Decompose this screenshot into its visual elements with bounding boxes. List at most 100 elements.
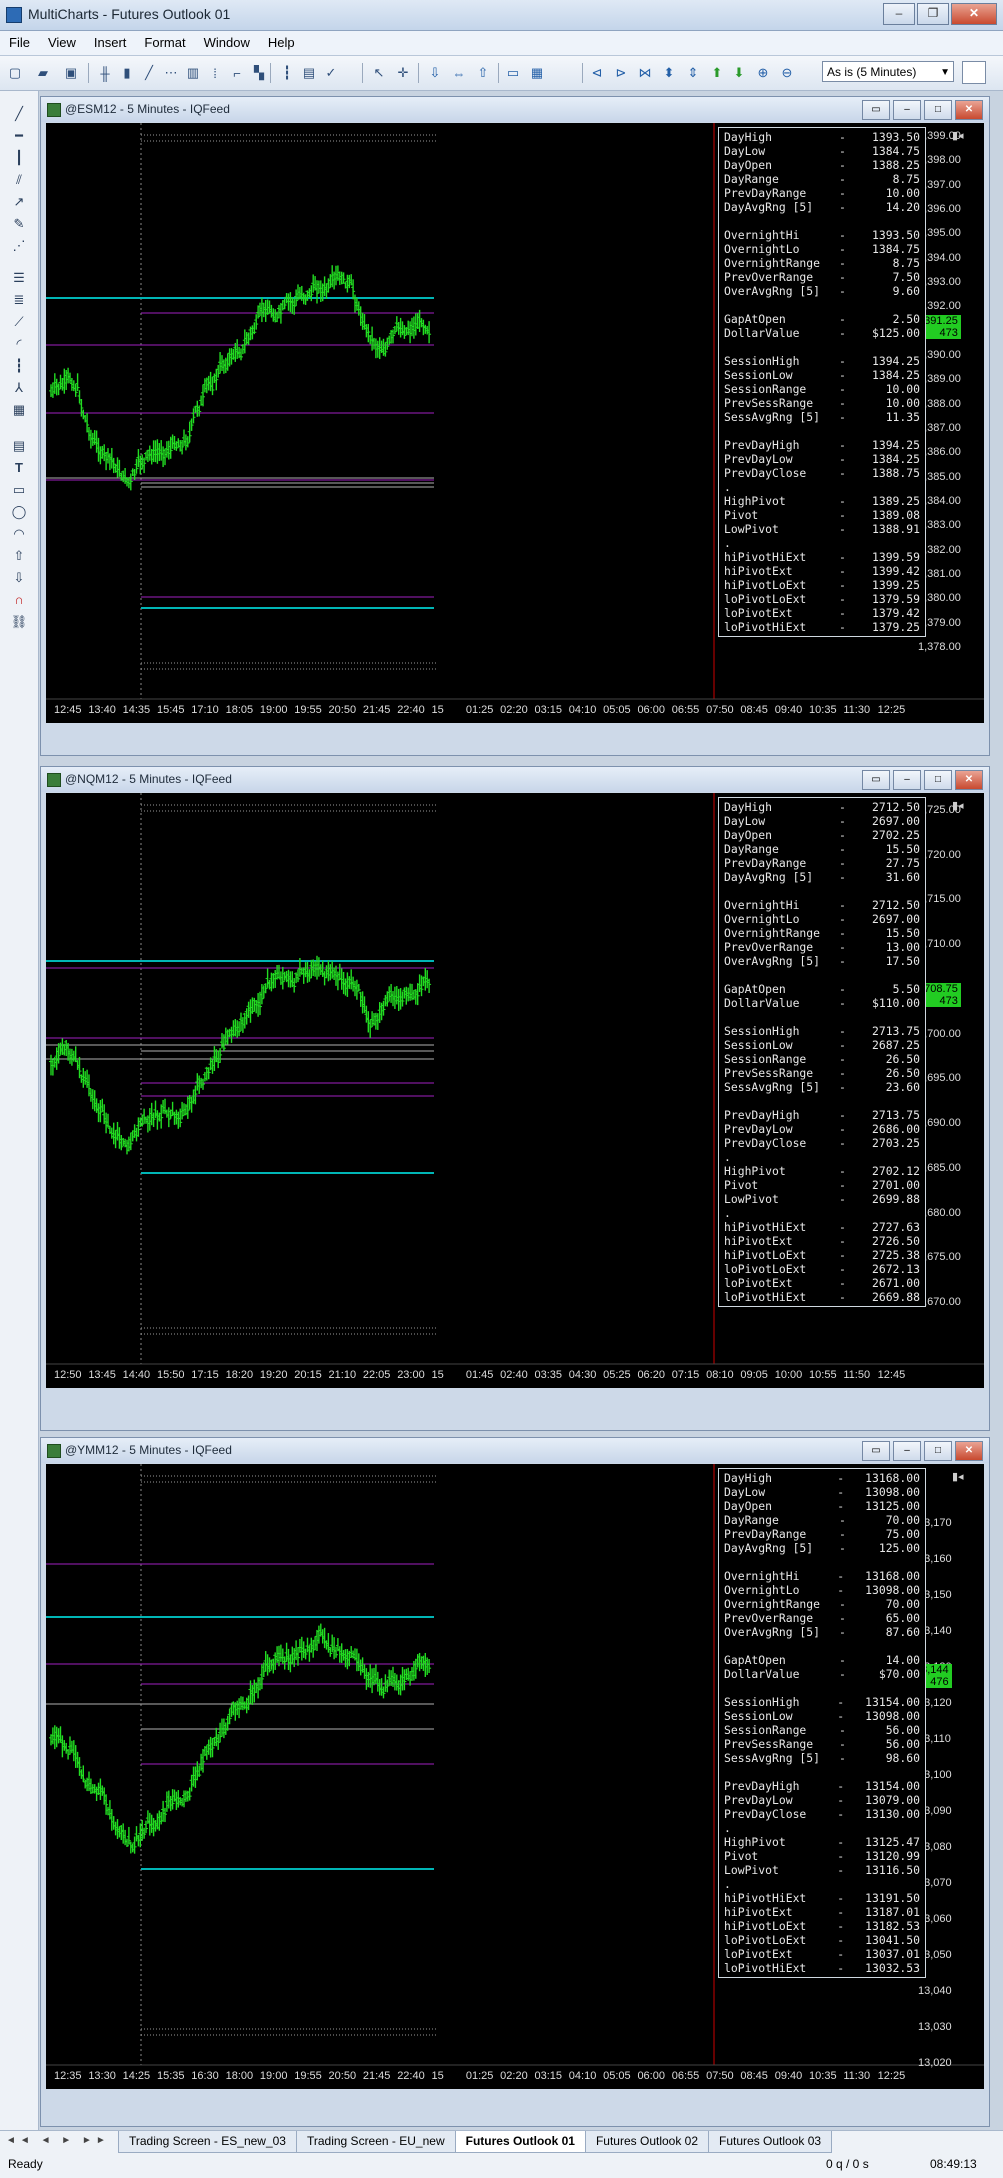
x-axis-tick-label: 15:35: [156, 2070, 185, 2082]
format-window-icon[interactable]: ▭: [504, 64, 522, 82]
hist-chart-style-icon[interactable]: ▥: [184, 64, 202, 82]
tab-navigation-arrows[interactable]: ◄◄ ◄ ► ►►: [6, 2135, 110, 2146]
x-axis-tick-label: 05:25: [603, 1369, 631, 1381]
chart-maximize-button[interactable]: □: [924, 770, 952, 790]
ellipse-icon[interactable]: ◯: [8, 503, 30, 521]
chart-minimize-button[interactable]: –: [893, 100, 921, 120]
text-icon[interactable]: T: [8, 459, 30, 477]
gann-fan-icon[interactable]: ⋰: [8, 237, 30, 255]
arrow-up-icon[interactable]: ⇧: [8, 547, 30, 565]
tab-futures-outlook-03[interactable]: Futures Outlook 03: [708, 2131, 833, 2153]
chart-maximize-button[interactable]: □: [924, 1441, 952, 1461]
zoom-y-icon[interactable]: ⬍: [660, 64, 678, 82]
grid-icon[interactable]: ▦: [8, 401, 30, 419]
new-file-icon[interactable]: ▢: [6, 64, 24, 82]
chart-window-esm12[interactable]: @ESM12 - 5 Minutes - IQFeed ▭ – □ ✕ 12:4…: [40, 96, 990, 756]
arrow-down-icon[interactable]: ⇩: [8, 569, 30, 587]
candlestick-icon[interactable]: ┇: [278, 64, 296, 82]
chart-plot-nqm12[interactable]: 12:50 13:45 14:40 15:50 17:15 18:20 19:20 20:15…: [46, 793, 984, 1388]
autoscale-icon[interactable]: ▮◂: [952, 129, 964, 142]
trade-icon[interactable]: ⇔: [450, 64, 468, 82]
zoom-out-icon[interactable]: ⊖: [778, 64, 796, 82]
menu-help[interactable]: Help: [259, 31, 304, 54]
minimize-window-button[interactable]: –: [883, 3, 915, 25]
checkmark-icon[interactable]: ✓: [322, 64, 340, 82]
menu-insert[interactable]: Insert: [85, 31, 136, 54]
chart-maximize-button[interactable]: □: [924, 100, 952, 120]
window-layout-icon[interactable]: ▦: [528, 64, 546, 82]
chart-restore-button[interactable]: ▭: [862, 770, 890, 790]
stat-label: SessionRange: [724, 1052, 807, 1066]
resolution-select[interactable]: As is (5 Minutes) ▼: [822, 61, 954, 82]
scroll-left-icon[interactable]: ⊲: [588, 64, 606, 82]
point-figure-icon[interactable]: ⁞: [206, 64, 224, 82]
vline-icon[interactable]: ┃: [8, 149, 30, 167]
extra-select[interactable]: [962, 61, 986, 84]
tab-trading-screen-eu[interactable]: Trading Screen - EU_new: [295, 2131, 456, 2153]
stat-row: loPivotLoExt - 13041.50: [724, 1933, 920, 1947]
green-arrow-up-icon[interactable]: ⬆: [708, 64, 726, 82]
autoscale-icon[interactable]: ▮◂: [952, 799, 964, 812]
crosshair-icon[interactable]: ✛: [394, 64, 412, 82]
line-chart-style-icon[interactable]: ╱: [140, 64, 158, 82]
renko-icon[interactable]: ▚: [250, 64, 268, 82]
chart-minimize-button[interactable]: –: [893, 1441, 921, 1461]
chart-close-button[interactable]: ✕: [955, 770, 983, 790]
stat-label: SessionRange: [724, 1723, 807, 1737]
indicator-icon[interactable]: ▤: [300, 64, 318, 82]
menu-view[interactable]: View: [39, 31, 85, 54]
bar-chart-style-icon[interactable]: ╫: [96, 64, 114, 82]
menu-format[interactable]: Format: [135, 31, 194, 54]
restore-window-button[interactable]: ❐: [917, 3, 949, 25]
pointer-icon[interactable]: ↖: [370, 64, 388, 82]
chart-restore-button[interactable]: ▭: [862, 1441, 890, 1461]
autoscale-icon[interactable]: ▮◂: [952, 1470, 964, 1483]
chain-icon[interactable]: ⛓: [8, 613, 30, 631]
tab-futures-outlook-02[interactable]: Futures Outlook 02: [584, 2131, 710, 2153]
scale-icon[interactable]: ⇕: [684, 64, 702, 82]
chart-restore-button[interactable]: ▭: [862, 100, 890, 120]
dot-chart-style-icon[interactable]: ⋯: [162, 64, 180, 82]
scroll-right-icon[interactable]: ⊳: [612, 64, 630, 82]
fib-retracement-icon[interactable]: ☰: [8, 269, 30, 287]
tab-trading-screen-es[interactable]: Trading Screen - ES_new_03: [118, 2131, 297, 2153]
stat-label: PrevDayLow: [724, 1122, 793, 1136]
menu-window[interactable]: Window: [195, 31, 259, 54]
open-folder-icon[interactable]: ▰: [34, 64, 52, 82]
save-icon[interactable]: ▣: [62, 64, 80, 82]
stat-row: OvernightLo - 13098.00: [724, 1583, 920, 1597]
chart-minimize-button[interactable]: –: [893, 770, 921, 790]
candle-chart-style-icon[interactable]: ▮: [118, 64, 136, 82]
trendline-icon[interactable]: ╱: [8, 105, 30, 123]
hline-icon[interactable]: ━: [8, 127, 30, 145]
chart-close-button[interactable]: ✕: [955, 100, 983, 120]
rectangle-icon[interactable]: ▭: [8, 481, 30, 499]
chart-plot-esm12[interactable]: 12:45 13:40 14:35 15:45 17:10 18:05 19:00 19:55…: [46, 123, 984, 723]
zoom-in-icon[interactable]: ⊕: [754, 64, 772, 82]
kagi-icon[interactable]: ⌐: [228, 64, 246, 82]
fib-arc-icon[interactable]: ◜: [8, 335, 30, 353]
arc-icon[interactable]: ◠: [8, 525, 30, 543]
fib-time-icon[interactable]: ┇: [8, 357, 30, 375]
close-window-button[interactable]: ✕: [951, 3, 997, 25]
tab-futures-outlook-01[interactable]: Futures Outlook 01: [454, 2131, 586, 2153]
y-axis-tick-label: 13,030: [918, 2021, 952, 2033]
stat-row: hiPivotLoExt - 1399.25: [724, 578, 920, 592]
ray-icon[interactable]: ↗: [8, 193, 30, 211]
green-arrow-down-icon[interactable]: ⬇: [730, 64, 748, 82]
andrews-icon[interactable]: ⅄: [8, 379, 30, 397]
channel-icon[interactable]: ⫽: [8, 171, 30, 189]
magnet-icon[interactable]: ∩: [8, 591, 30, 609]
chart-window-nqm12[interactable]: @NQM12 - 5 Minutes - IQFeed ▭ – □ ✕ 12:5…: [40, 766, 990, 1431]
chart-window-ymm12[interactable]: @YMM12 - 5 Minutes - IQFeed ▭ – □ ✕ 12:3…: [40, 1437, 990, 2127]
menu-file[interactable]: File: [0, 31, 39, 54]
pencil-icon[interactable]: ✎: [8, 215, 30, 233]
chart-plot-ymm12[interactable]: 12:35 13:30 14:25 15:35 16:30 18:00 19:00 19:55…: [46, 1464, 984, 2089]
chart-close-button[interactable]: ✕: [955, 1441, 983, 1461]
fib-extension-icon[interactable]: ≣: [8, 291, 30, 309]
trade-down-icon[interactable]: ⇩: [426, 64, 444, 82]
trade-up-icon[interactable]: ⇧: [474, 64, 492, 82]
zoom-x-icon[interactable]: ⋈: [636, 64, 654, 82]
fib-fan-icon[interactable]: ⟋: [8, 313, 30, 331]
text-tool-icon[interactable]: ▤: [8, 437, 30, 455]
